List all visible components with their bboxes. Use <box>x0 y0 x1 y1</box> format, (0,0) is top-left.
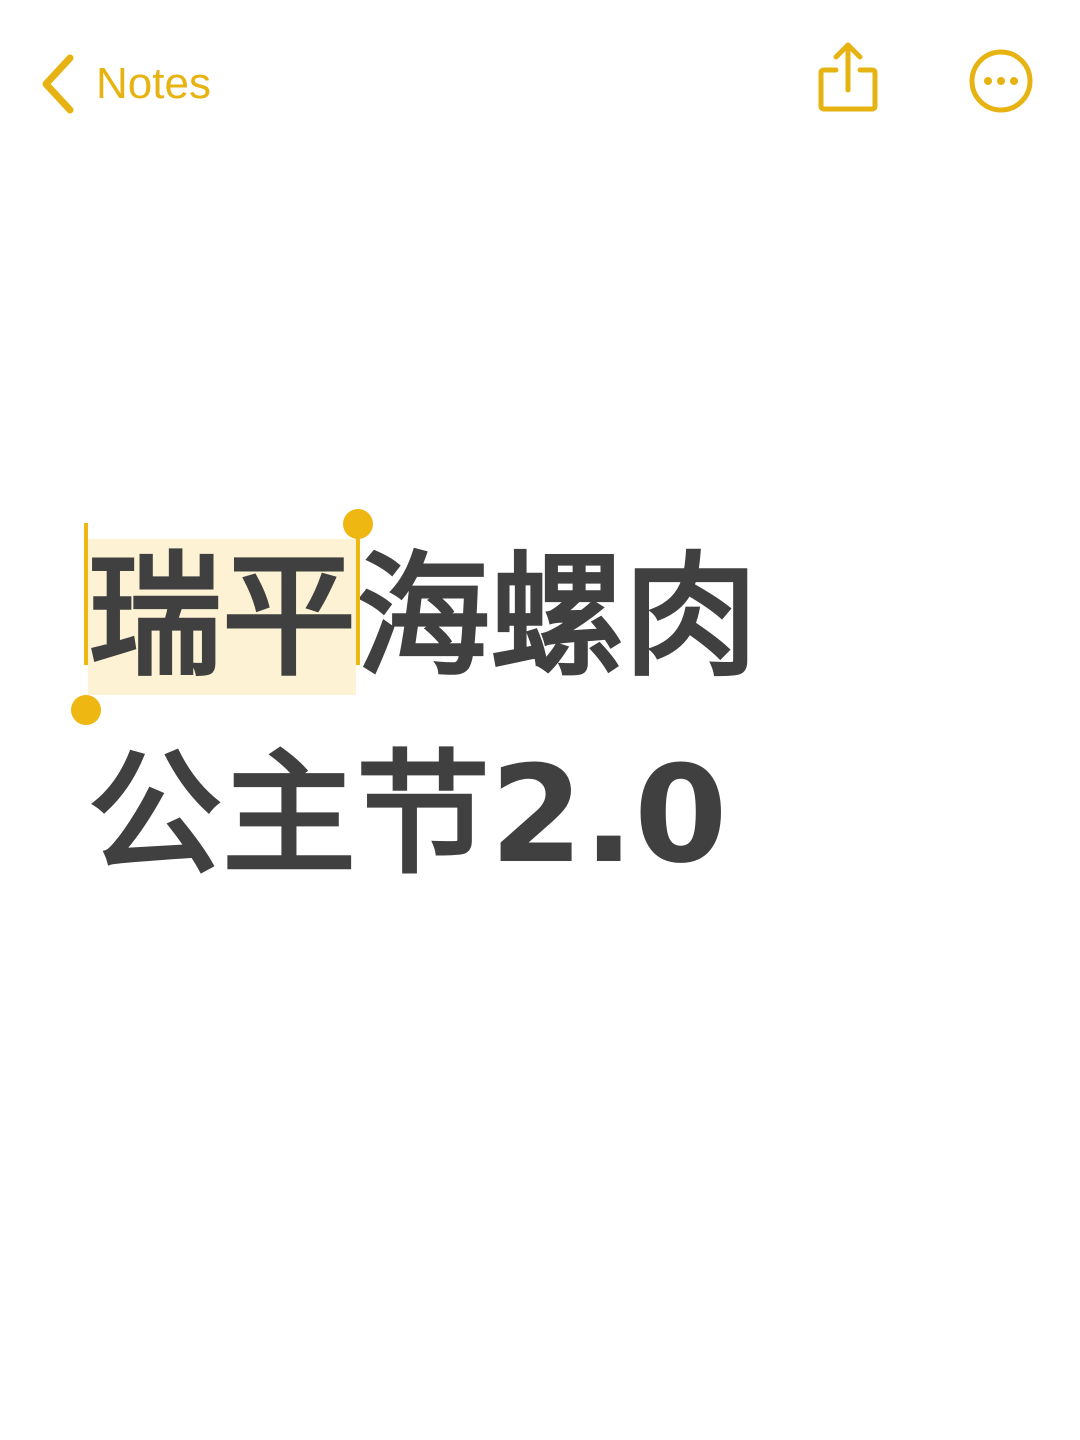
share-icon <box>818 42 878 112</box>
back-button[interactable]: Notes <box>30 40 211 128</box>
share-button[interactable] <box>812 40 884 116</box>
ellipsis-circle-icon <box>969 49 1033 113</box>
selection-end-caret <box>356 523 361 665</box>
note-line-1[interactable]: 瑞平 海螺肉 <box>71 509 758 725</box>
chevron-left-icon <box>42 54 74 114</box>
selection-end-handle[interactable] <box>343 509 374 539</box>
back-button-label: Notes <box>96 59 211 108</box>
note-line-1-text: 海螺肉 <box>356 539 759 695</box>
navigation-bar: Notes <box>0 0 1080 170</box>
more-options-button[interactable] <box>968 48 1034 114</box>
selection-start-caret <box>84 523 88 665</box>
selected-text-content: 瑞平 <box>88 539 357 695</box>
text-selection[interactable]: 瑞平 <box>71 509 374 725</box>
note-line-2[interactable]: 公主节2.0 <box>88 748 727 882</box>
selection-start-handle[interactable] <box>71 695 101 725</box>
